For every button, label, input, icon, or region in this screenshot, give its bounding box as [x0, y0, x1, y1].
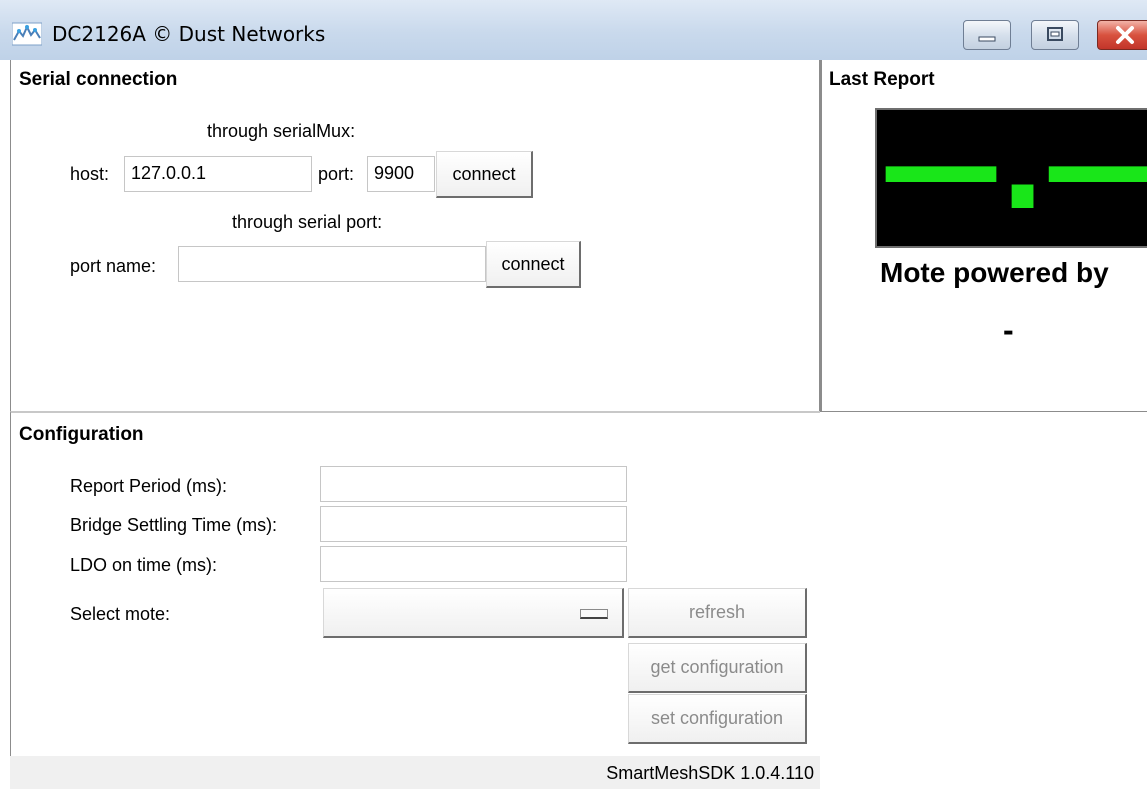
bridge-settling-input[interactable]	[320, 506, 627, 542]
serial-connect-button[interactable]: connect	[486, 241, 581, 288]
report-period-input[interactable]	[320, 466, 627, 502]
powered-by-value: -	[1003, 312, 1014, 348]
temperature-display: —.—°C	[875, 108, 1147, 248]
ldo-label: LDO on time (ms):	[70, 555, 218, 575]
maximize-button[interactable]	[1031, 20, 1079, 50]
bridge-settling-label: Bridge Settling Time (ms):	[70, 515, 278, 535]
host-label: host:	[70, 164, 110, 184]
window-title: DC2126A © Dust Networks	[52, 22, 326, 46]
report-period-label: Report Period (ms):	[70, 476, 228, 496]
maximize-icon	[1047, 27, 1063, 41]
ldo-input[interactable]	[320, 546, 627, 582]
serialmux-heading: through serialMux:	[207, 121, 356, 141]
app-icon	[12, 22, 42, 46]
close-button[interactable]	[1097, 20, 1147, 50]
port-label: port:	[318, 164, 355, 184]
powered-by-label: Mote powered by	[880, 257, 1109, 288]
dropdown-indicator-icon	[580, 609, 608, 619]
serial-port-heading: through serial port:	[232, 212, 383, 232]
status-bar: SmartMeshSDK 1.0.4.110	[10, 756, 820, 789]
serial-connection-frame	[10, 60, 820, 412]
close-icon	[1116, 26, 1134, 44]
port-name-input[interactable]	[178, 246, 486, 282]
host-input[interactable]: 127.0.0.1	[124, 156, 312, 192]
temperature-readout: —.—°C	[879, 108, 1147, 238]
title-bar: DC2126A © Dust Networks	[0, 0, 1147, 60]
port-name-label: port name:	[70, 256, 157, 276]
serial-connection-title: Serial connection	[19, 69, 178, 90]
mux-connect-button[interactable]: connect	[436, 151, 533, 198]
set-configuration-button[interactable]: set configuration	[628, 694, 807, 744]
port-input[interactable]: 9900	[367, 156, 435, 192]
minimize-button[interactable]	[963, 20, 1011, 50]
get-configuration-button[interactable]: get configuration	[628, 643, 807, 693]
minimize-icon	[978, 36, 996, 42]
refresh-button[interactable]: refresh	[628, 588, 807, 638]
last-report-title: Last Report	[829, 69, 935, 90]
select-mote-dropdown[interactable]	[323, 588, 624, 638]
sdk-version: SmartMeshSDK 1.0.4.110	[606, 763, 814, 783]
configuration-title: Configuration	[19, 424, 144, 445]
select-mote-label: Select mote:	[70, 604, 171, 624]
